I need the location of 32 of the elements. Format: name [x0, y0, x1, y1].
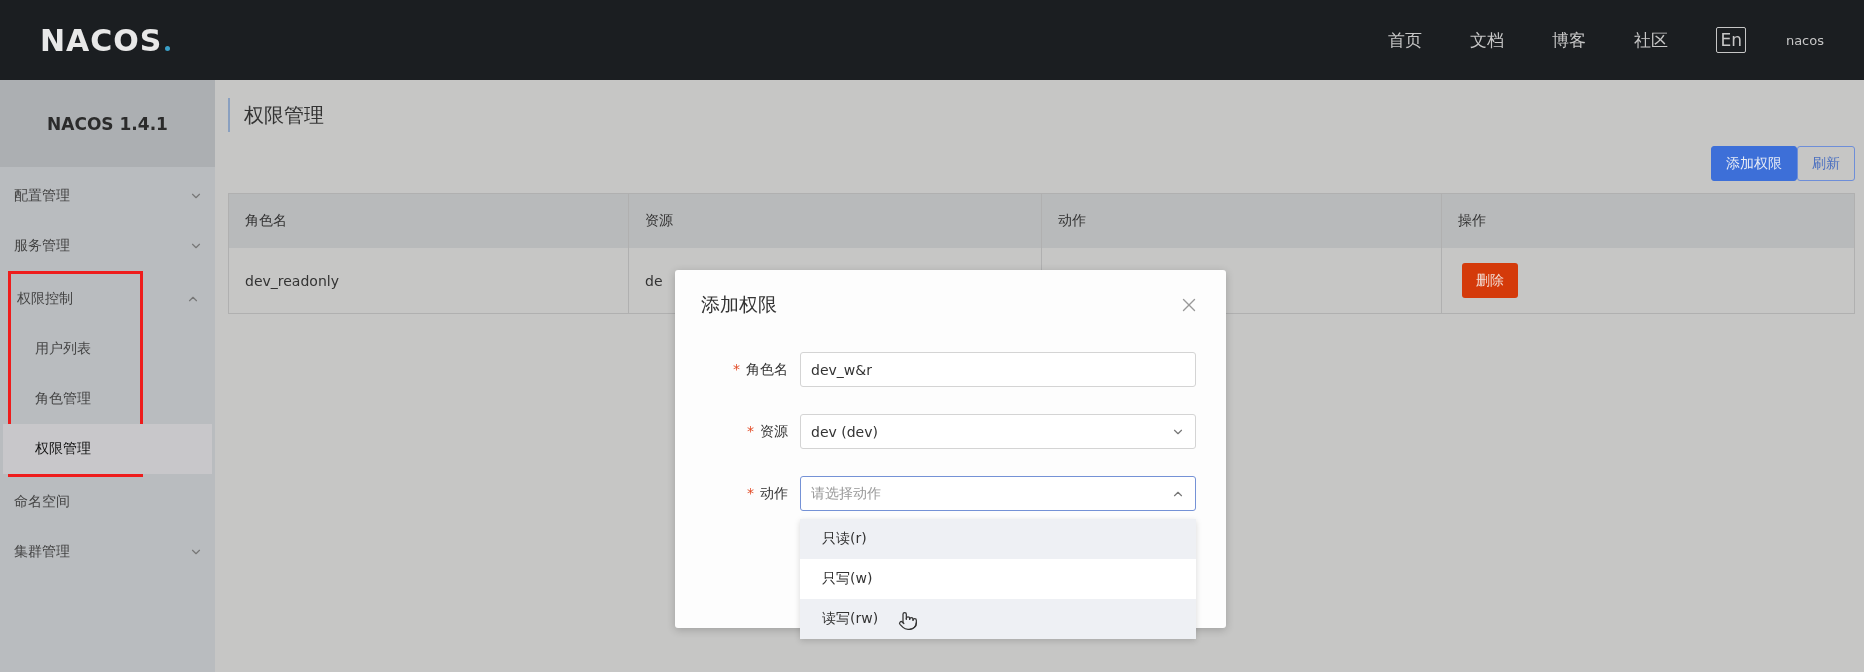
dropdown-option[interactable]: 只读(r): [800, 519, 1196, 559]
sidebar-title: NACOS 1.4.1: [0, 80, 215, 167]
table-cell-text: dev_readonly: [244, 271, 340, 291]
language-button[interactable]: En: [1716, 27, 1746, 53]
required-mark: *: [747, 484, 754, 501]
column-header: 角色名: [244, 211, 288, 230]
nav-link[interactable]: 文档: [1470, 28, 1505, 52]
logo: NACOS: [40, 22, 171, 58]
field-label: 动作: [760, 484, 788, 501]
delete-button[interactable]: 删除: [1462, 263, 1518, 298]
user-name[interactable]: nacos: [1785, 32, 1824, 48]
sidebar-item[interactable]: 集群管理: [0, 527, 215, 577]
sidebar-item[interactable]: 命名空间: [0, 477, 215, 527]
field-label: 角色名: [746, 360, 788, 377]
nav-link[interactable]: 博客: [1552, 28, 1587, 52]
add-button[interactable]: 添加权限: [1711, 146, 1797, 181]
required-mark: *: [733, 360, 740, 377]
nav-link[interactable]: 社区: [1634, 28, 1669, 52]
dropdown-option[interactable]: 只写(w): [800, 559, 1196, 599]
input-field[interactable]: dev_w&r: [800, 352, 1196, 387]
sidebar-item[interactable]: 权限控制: [3, 274, 212, 324]
dropdown-option[interactable]: 读写(rw): [800, 599, 1196, 639]
nav-link[interactable]: 首页: [1388, 28, 1423, 52]
field-label: 资源: [760, 422, 788, 439]
sidebar-item[interactable]: 角色管理: [3, 374, 212, 424]
sidebar-item[interactable]: 用户列表: [3, 324, 212, 374]
required-mark: *: [747, 422, 754, 439]
sidebar-item[interactable]: 权限管理: [3, 424, 212, 474]
select-field[interactable]: dev (dev): [800, 414, 1196, 449]
sidebar-item[interactable]: 服务管理: [0, 221, 215, 271]
sidebar-item[interactable]: 配置管理: [0, 171, 215, 221]
page-title: 权限管理: [228, 98, 324, 132]
